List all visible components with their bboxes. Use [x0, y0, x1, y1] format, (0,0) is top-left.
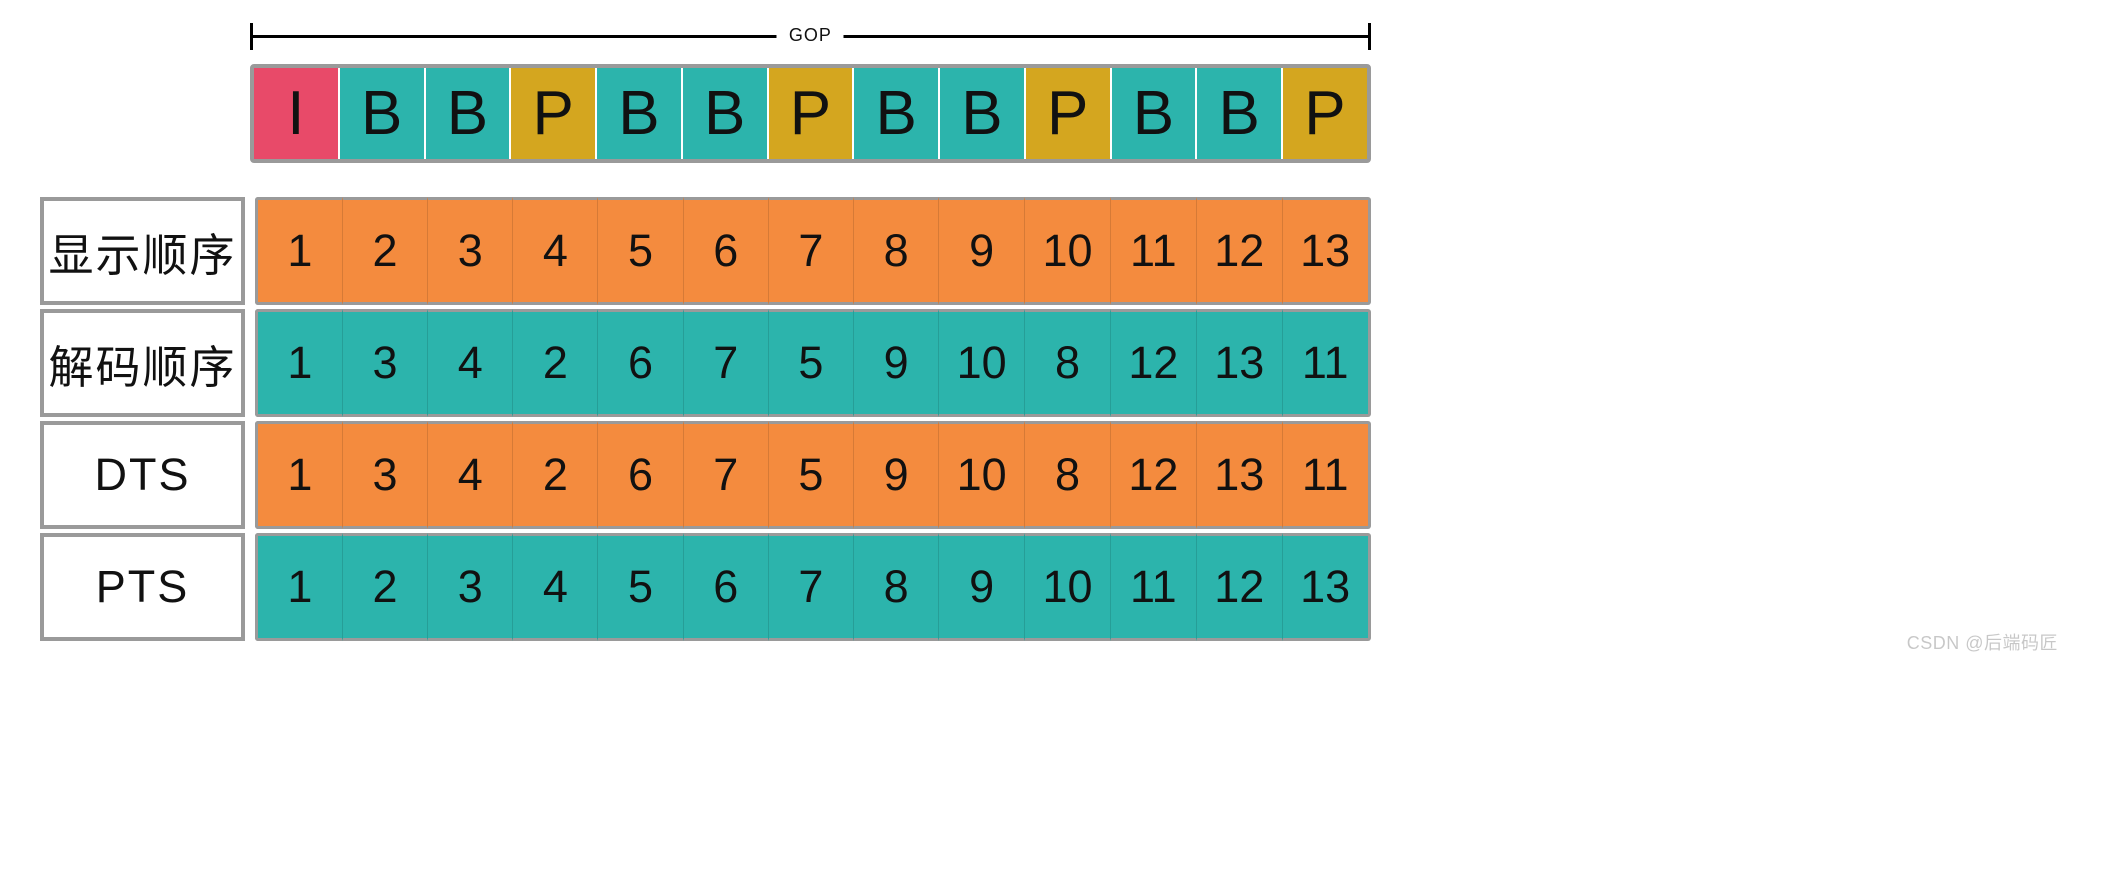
cell: 10 [938, 421, 1024, 529]
cell: 7 [683, 421, 768, 529]
cell: 12 [1196, 197, 1282, 305]
cell: 1 [255, 533, 342, 641]
cell: 5 [597, 533, 682, 641]
cell: 5 [768, 309, 853, 417]
cell: 3 [427, 197, 512, 305]
cell: 4 [427, 421, 512, 529]
cell: 6 [597, 421, 682, 529]
cell: 11 [1282, 309, 1371, 417]
cell: 12 [1110, 309, 1196, 417]
cell: 11 [1110, 197, 1196, 305]
cell: 10 [938, 309, 1024, 417]
row-display_order: 显示顺序12345678910111213 [40, 197, 1371, 305]
frame-p: P [509, 68, 595, 159]
frame-b: B [338, 68, 424, 159]
cell: 2 [342, 533, 427, 641]
row-header-display_order: 显示顺序 [40, 197, 245, 305]
cell: 5 [597, 197, 682, 305]
row-header-decode_order: 解码顺序 [40, 309, 245, 417]
row-decode_order: 解码顺序13426759108121311 [40, 309, 1371, 417]
cell: 8 [853, 197, 938, 305]
cell: 7 [768, 197, 853, 305]
frame-b: B [681, 68, 767, 159]
cell: 8 [1024, 309, 1110, 417]
frame-p: P [767, 68, 853, 159]
cell: 12 [1110, 421, 1196, 529]
cell: 7 [768, 533, 853, 641]
cell: 13 [1282, 533, 1371, 641]
cell: 3 [427, 533, 512, 641]
cell: 10 [1024, 197, 1110, 305]
cell: 11 [1110, 533, 1196, 641]
cell: 9 [853, 421, 938, 529]
frame-b: B [424, 68, 510, 159]
cell: 6 [683, 197, 768, 305]
frame-p: P [1281, 68, 1367, 159]
cell: 4 [427, 309, 512, 417]
frame-row: IBBPBBPBBPBBP [250, 64, 1371, 163]
frame-i: I [254, 68, 338, 159]
cell: 5 [768, 421, 853, 529]
gop-bracket: GOP [250, 20, 1371, 50]
cell: 8 [1024, 421, 1110, 529]
frame-b: B [938, 68, 1024, 159]
cell: 9 [938, 197, 1024, 305]
cell: 2 [512, 421, 597, 529]
frame-b: B [852, 68, 938, 159]
cell: 1 [255, 197, 342, 305]
row-header-dts: DTS [40, 421, 245, 529]
cell: 3 [342, 309, 427, 417]
cell: 13 [1196, 421, 1282, 529]
row-dts: DTS13426759108121311 [40, 421, 1371, 529]
gop-label: GOP [777, 25, 844, 46]
cell: 10 [1024, 533, 1110, 641]
watermark: CSDN @后端码匠 [1907, 629, 2058, 655]
row-pts: PTS12345678910111213 [40, 533, 1371, 641]
frame-b: B [1195, 68, 1281, 159]
gop-section: GOP IBBPBBPBBPBBP [250, 20, 1371, 163]
cell: 9 [938, 533, 1024, 641]
cell: 3 [342, 421, 427, 529]
frame-b: B [595, 68, 681, 159]
cell: 1 [255, 309, 342, 417]
cell: 12 [1196, 533, 1282, 641]
cell: 8 [853, 533, 938, 641]
cell: 13 [1282, 197, 1371, 305]
cell: 4 [512, 197, 597, 305]
frame-p: P [1024, 68, 1110, 159]
order-table: 显示顺序12345678910111213解码顺序134267591081213… [40, 197, 1371, 641]
cell: 2 [342, 197, 427, 305]
cell: 11 [1282, 421, 1371, 529]
cell: 7 [683, 309, 768, 417]
cell: 6 [683, 533, 768, 641]
cell: 6 [597, 309, 682, 417]
frame-b: B [1110, 68, 1196, 159]
row-header-pts: PTS [40, 533, 245, 641]
cell: 9 [853, 309, 938, 417]
cell: 2 [512, 309, 597, 417]
cell: 13 [1196, 309, 1282, 417]
cell: 4 [512, 533, 597, 641]
cell: 1 [255, 421, 342, 529]
